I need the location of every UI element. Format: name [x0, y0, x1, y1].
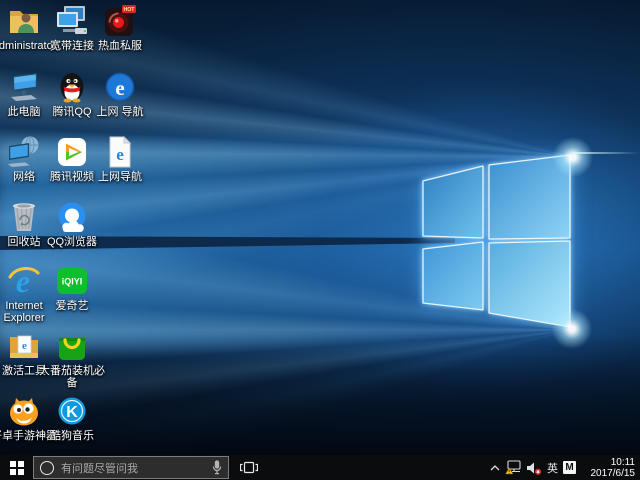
desktop-icon-datomato-essentials[interactable]: 大番茄装机必备 [48, 329, 96, 393]
k-letter: K [66, 404, 78, 421]
green-bag-icon [55, 329, 89, 363]
desktop-icon-web-navigation-doc[interactable]: e 上网导航 [96, 135, 144, 199]
network-globe-monitor-icon [7, 135, 41, 169]
desktop-icon-recycle-bin[interactable]: 回收站 [0, 200, 48, 264]
desktop-icon-web-navigation[interactable]: e 上网 导航 [96, 70, 144, 134]
orange-monster-icon [7, 394, 41, 428]
blue-e-globe-icon: e [103, 70, 137, 104]
recycle-bin-icon [7, 200, 41, 234]
tray-chevron-up-icon[interactable] [490, 465, 500, 471]
icon-label: 大番茄装机必备 [39, 365, 105, 389]
task-view-icon [240, 461, 258, 474]
folder-document-icon: e [7, 329, 41, 363]
desktop-icon-broadband-connection[interactable]: 宽带连接 [48, 4, 96, 68]
clock-date: 2017/6/15 [581, 468, 635, 479]
ime-language-indicator[interactable]: 英 [547, 460, 558, 476]
desktop-icon-rexue-private-server[interactable]: HOT 热血私服 [96, 4, 144, 68]
icon-label: 上网 导航 [87, 106, 153, 118]
computer-monitor-icon [7, 70, 41, 104]
taskbar-clock[interactable]: 10:11 2017/6/15 [581, 457, 637, 479]
speaker-muted-icon[interactable] [526, 461, 542, 475]
desktop-icon-this-pc[interactable]: 此电脑 [0, 70, 48, 134]
logo-pane-bottom-left [423, 242, 483, 310]
taskbar-search[interactable]: 有问题尽管问我 [33, 456, 229, 479]
icon-label: 酷狗音乐 [39, 430, 105, 442]
logo-horizontal-beam [572, 152, 640, 154]
icon-label: 爱奇艺 [39, 300, 105, 312]
cortana-circle-icon [40, 461, 54, 475]
logo-pane-top-left [423, 166, 483, 238]
clock-time: 10:11 [581, 457, 635, 468]
qq-penguin-icon [55, 70, 89, 104]
play-triangle-icon [55, 135, 89, 169]
kugou-k-icon: K [55, 394, 89, 428]
desktop-icon-kugou-music[interactable]: K 酷狗音乐 [48, 394, 96, 458]
iqiyi-icon: iQIYI [55, 264, 89, 298]
task-view-button[interactable] [236, 455, 262, 480]
taskbar: 有问题尽管问我 英 M 10:11 2017/6/15 [0, 455, 640, 480]
dual-monitors-icon [55, 4, 89, 38]
desktop-icon-iqiyi[interactable]: iQIYI 爱奇艺 [48, 264, 96, 328]
desktop-icon-network[interactable]: 网络 [0, 135, 48, 199]
q-cloud-icon [55, 200, 89, 234]
e-letter: e [116, 145, 124, 164]
desktop-icon-qq-browser[interactable]: QQ浏览器 [48, 200, 96, 264]
desktop-icon-tencent-qq[interactable]: 腾讯QQ [48, 70, 96, 134]
logo-corner-flare-top [551, 135, 595, 179]
e-letter: e [115, 76, 124, 100]
desktop-icon-administrator[interactable]: Administrator [0, 4, 48, 68]
icon-label: 上网导航 [87, 171, 153, 183]
desktop-icon-tencent-video[interactable]: 腾讯视频 [48, 135, 96, 199]
system-tray: 英 M 10:11 2017/6/15 [490, 455, 640, 480]
icon-label: QQ浏览器 [39, 236, 105, 248]
desktop-icon-internet-explorer[interactable]: e Internet Explorer [0, 264, 48, 328]
hot-badge-text: HOT [124, 7, 136, 13]
microphone-icon[interactable] [212, 460, 222, 475]
ie-icon: e [7, 264, 41, 298]
sogou-input-icon[interactable]: M [563, 461, 576, 474]
search-placeholder-text: 有问题尽管问我 [61, 460, 212, 476]
desktop-icon-haozhuo-games[interactable]: 好卓手游神器 [0, 394, 48, 458]
windows-logo-icon [10, 461, 24, 475]
start-button[interactable] [0, 455, 33, 480]
user-folder-icon [7, 4, 41, 38]
e-document-icon: e [103, 135, 137, 169]
iqiyi-wordmark: iQIYI [62, 277, 83, 287]
icon-label: 热血私服 [87, 40, 153, 52]
e-letter: e [22, 340, 27, 352]
network-warning-icon[interactable] [505, 460, 521, 475]
game-hot-icon: HOT [103, 4, 137, 38]
